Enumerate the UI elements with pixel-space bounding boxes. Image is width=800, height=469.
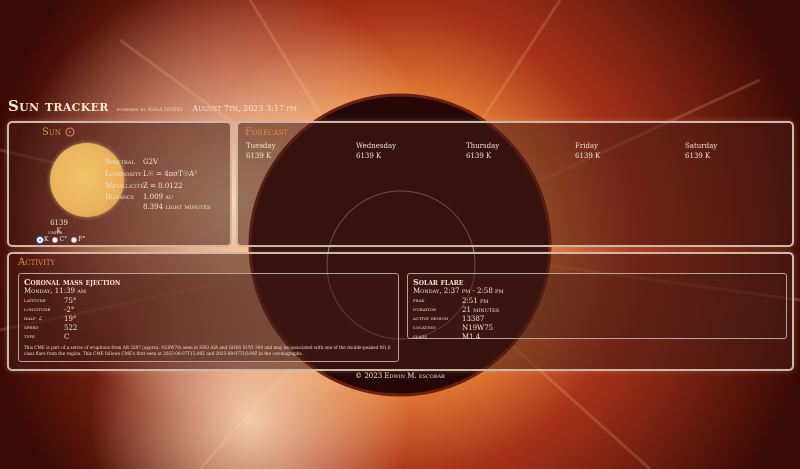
cme-description: This CME is part of a series of eruption…: [24, 345, 391, 356]
current-date: August 7th, 2023 3:17 pm: [192, 104, 297, 113]
flare-row-location: location N19W75: [413, 324, 494, 332]
cme-row-speed: speed 522: [24, 324, 78, 332]
forecast-day-temp: 6139 K: [575, 152, 601, 160]
flare-title: Solar flare: [413, 277, 464, 287]
flare-row-duration: duration 21 minutes: [413, 306, 500, 314]
stat-row-luminosity: Luminosity L☉ = 4πσT☉A²: [105, 170, 197, 178]
sun-panel: Sun 6139 K units K C° F° Spectral G2V Lu…: [7, 121, 232, 247]
units-selector: K C° F°: [37, 236, 85, 243]
app-title: Sun tracker: [8, 97, 109, 115]
activity-panel-title: Activity: [18, 257, 56, 268]
units-label: units: [48, 229, 62, 236]
cme-row-longitude: longitude -2°: [24, 306, 75, 314]
cme-row-type: type C: [24, 333, 70, 341]
powered-by-label: powered by NASA DONKI: [116, 107, 183, 113]
forecast-day: Thursday 6139 K: [466, 142, 499, 160]
cme-card: Coronal mass ejection Monday, 11:39 am l…: [18, 273, 399, 362]
sun-stats: Spectral G2V Luminosity L☉ = 4πσT☉A² Met…: [105, 156, 211, 212]
stat-row-distance-minutes: 8.394 light minutes: [143, 203, 211, 211]
unit-option-c[interactable]: C°: [52, 236, 67, 243]
unit-option-k[interactable]: K: [37, 236, 48, 243]
unit-option-f[interactable]: F°: [71, 236, 85, 243]
cme-row-latitude: latitude 75°: [24, 297, 77, 305]
stat-row-spectral: Spectral G2V: [105, 158, 159, 166]
forecast-day-name: Thursday: [466, 142, 500, 150]
forecast-panel: Forecast Tuesday 6139 K Wednesday 6139 K…: [236, 121, 794, 247]
stat-row-metallicity: Metallicity Z = 0.0122: [105, 182, 183, 190]
activity-panel: Activity Coronal mass ejection Monday, 1…: [7, 252, 794, 371]
forecast-day-name: Saturday: [685, 142, 718, 150]
cme-time: Monday, 11:39 am: [24, 287, 86, 295]
forecast-panel-title: Forecast: [245, 127, 288, 138]
sun-icon: [65, 127, 75, 137]
forecast-day: Friday 6139 K: [575, 142, 600, 160]
flare-row-class: class M1.4: [413, 333, 481, 341]
solar-flare-card: Solar flare Monday, 2:37 pm - 2:58 pm pe…: [407, 273, 787, 341]
radio-icon[interactable]: [52, 236, 59, 243]
forecast-day: Saturday 6139 K: [685, 142, 717, 160]
forecast-day-temp: 6139 K: [246, 152, 272, 160]
forecast-day: Wednesday 6139 K: [356, 142, 396, 160]
forecast-day-temp: 6139 K: [466, 152, 492, 160]
footer-copyright: © 2023 Edwin M. escobar: [355, 372, 445, 380]
forecast-day-temp: 6139 K: [356, 152, 382, 160]
cme-title: Coronal mass ejection: [24, 277, 121, 287]
flare-row-active-region: active region 13387: [413, 315, 485, 323]
flare-time: Monday, 2:37 pm - 2:58 pm: [413, 287, 504, 295]
forecast-day-name: Wednesday: [356, 142, 397, 150]
radio-icon[interactable]: [37, 236, 43, 243]
radio-icon[interactable]: [71, 236, 78, 243]
cme-row-half-angle: half ∠ 19°: [24, 315, 77, 323]
forecast-day-temp: 6139 K: [685, 152, 711, 160]
sun-panel-title: Sun: [42, 127, 61, 138]
forecast-day: Tuesday 6139 K: [246, 142, 276, 160]
page-header: Sun tracker powered by NASA DONKI August…: [8, 97, 297, 115]
flare-row-peak: peak 2:51 pm: [413, 297, 489, 305]
forecast-day-name: Tuesday: [246, 142, 276, 150]
forecast-day-name: Friday: [575, 142, 599, 150]
stat-row-distance: Distance 1.009 au: [105, 193, 174, 201]
